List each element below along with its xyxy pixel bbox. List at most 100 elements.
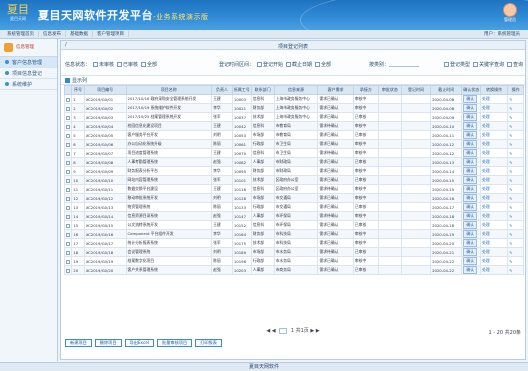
checkbox-icon[interactable] <box>66 115 70 120</box>
edit-icon[interactable]: ✎ <box>507 175 524 185</box>
table-cell[interactable]: 确认 <box>461 130 482 140</box>
edit-icon[interactable]: ✎ <box>507 94 524 104</box>
checkbox-icon[interactable] <box>66 232 70 237</box>
confirm-button[interactable]: 确认 <box>463 212 477 220</box>
row-checkbox[interactable] <box>63 256 73 266</box>
table-cell[interactable]: 人事考勤管理系统 <box>125 157 213 167</box>
print-report-button[interactable]: 打印报表 <box>195 339 222 347</box>
table-cell[interactable]: 确认 <box>461 202 482 212</box>
edit-icon[interactable]: ✎ <box>507 148 524 158</box>
process-link[interactable]: 处理 <box>482 132 490 137</box>
checkbox-type[interactable] <box>444 62 449 67</box>
checkbox-icon[interactable] <box>66 187 70 192</box>
table-row[interactable]: 15 XC2019/G0/15 公文流转系统开发 王建 10152 信息科 市环保局 需求已确… <box>63 220 524 230</box>
table-cell[interactable]: 确认 <box>461 139 482 149</box>
table-cell[interactable]: 档案数字化项目 <box>125 256 213 266</box>
edit-icon[interactable]: ✎ <box>507 130 524 140</box>
checkbox-icon[interactable] <box>66 241 70 246</box>
menu-item-home[interactable]: 系统管理首页 <box>3 31 39 37</box>
process-link[interactable]: 处理 <box>482 96 490 101</box>
edit-icon[interactable]: ✎ <box>507 247 524 257</box>
table-cell[interactable]: 处理 <box>480 265 509 275</box>
process-link[interactable]: 处理 <box>482 249 490 254</box>
category-input[interactable] <box>389 62 420 67</box>
table-cell[interactable]: 办公自动化系统升级 <box>125 139 213 149</box>
table-cell[interactable]: 处理 <box>480 238 509 248</box>
edit-icon-glyph[interactable]: ✎ <box>509 151 512 156</box>
checkbox-icon[interactable] <box>66 178 70 183</box>
edit-icon-glyph[interactable]: ✎ <box>509 268 512 273</box>
table-cell[interactable]: 客户关系管理系统 <box>125 265 213 275</box>
checkbox-icon[interactable] <box>66 160 70 165</box>
row-checkbox[interactable] <box>63 175 73 185</box>
edit-icon[interactable]: ✎ <box>507 229 524 239</box>
table-cell[interactable]: 处理 <box>480 121 509 131</box>
confirm-button[interactable]: 确认 <box>463 140 477 148</box>
row-checkbox[interactable] <box>63 112 73 122</box>
row-checkbox[interactable] <box>63 211 73 221</box>
confirm-button[interactable]: 确认 <box>463 257 477 265</box>
table-row[interactable]: 16 XC2019/G0/16 Component 平台组件开发 李华 10164 财务部… <box>63 229 524 239</box>
row-checkbox[interactable] <box>63 130 73 140</box>
table-row[interactable]: 12 XC2019/G0/12 移动审批系统开发 刘明 10128 市场部 市交通局 需求已确… <box>63 193 524 203</box>
edit-icon-glyph[interactable]: ✎ <box>509 205 512 210</box>
confirm-button[interactable]: 确认 <box>463 248 477 256</box>
table-cell[interactable]: 财务报表分析平台 <box>125 166 213 176</box>
edit-icon-glyph[interactable]: ✎ <box>509 250 512 255</box>
row-checkbox[interactable] <box>63 121 73 131</box>
search-button[interactable] <box>507 62 513 67</box>
edit-icon[interactable]: ✎ <box>507 211 524 221</box>
checkbox-icon[interactable] <box>66 259 70 264</box>
table-row[interactable]: 9 XC2019/G0/09 财务报表分析平台 李华 10095 财务部 市财政局 需求已确认… <box>63 166 524 176</box>
confirm-button[interactable]: 确认 <box>463 149 477 157</box>
table-cell[interactable]: 确认 <box>461 220 482 230</box>
table-cell[interactable]: 数据交换平台建设 <box>125 184 213 194</box>
checkbox-icon[interactable] <box>66 106 70 111</box>
column-header[interactable]: 联系部门 <box>250 85 275 95</box>
edit-icon[interactable]: ✎ <box>507 220 524 230</box>
table-cell[interactable]: 确认 <box>461 193 482 203</box>
edit-icon[interactable]: ✎ <box>507 202 524 212</box>
table-cell[interactable]: 2017/10/16 政府采购安全管理系统开发 <box>125 94 213 104</box>
sidebar-item-maintenance[interactable]: 系统维护 <box>0 79 57 90</box>
edit-icon[interactable]: ✎ <box>507 157 524 167</box>
confirm-button[interactable]: 确认 <box>463 221 477 229</box>
table-cell[interactable]: 处理 <box>480 112 509 122</box>
export-excel-button[interactable]: 导出Excel <box>124 339 154 347</box>
edit-icon-glyph[interactable]: ✎ <box>509 223 512 228</box>
process-link[interactable]: 处理 <box>482 114 490 119</box>
table-cell[interactable]: 处理 <box>480 220 509 230</box>
next-page-button[interactable]: ▶ ▶ <box>310 328 319 334</box>
table-cell[interactable]: 处理 <box>480 247 509 257</box>
edit-icon-glyph[interactable]: ✎ <box>509 169 512 174</box>
table-cell[interactable]: 处理 <box>480 157 509 167</box>
table-row[interactable]: 18 XC2019/G0/18 会议管理系统 刘明 10189 市场部 市水务局 需求待确认已… <box>63 247 524 257</box>
table-cell[interactable]: 处理 <box>480 184 509 194</box>
process-link[interactable]: 处理 <box>482 231 490 236</box>
new-project-button[interactable]: 新建项目 <box>65 339 92 347</box>
table-row[interactable]: 5 XC2019/G0/05 客户服务平台开发 刘明 10053 市场部 市教育局 需求已确认… <box>63 130 524 140</box>
edit-icon[interactable]: ✎ <box>507 103 524 113</box>
checkbox-icon[interactable] <box>66 205 70 210</box>
table-cell[interactable]: 信息资源目录系统 <box>125 211 213 221</box>
row-checkbox[interactable] <box>63 220 73 230</box>
checkbox-icon[interactable] <box>66 124 70 129</box>
table-cell[interactable]: 确认 <box>461 175 482 185</box>
column-header[interactable]: 客户需求 <box>317 85 354 95</box>
edit-icon-glyph[interactable]: ✎ <box>509 214 512 219</box>
table-cell[interactable]: 处理 <box>480 139 509 149</box>
edit-icon[interactable]: ✎ <box>507 121 524 131</box>
process-link[interactable]: 处理 <box>482 222 490 227</box>
table-row[interactable]: 11 XC2019/G0/11 数据交换平台建设 王建 10116 信息科 区政府办公室 需求… <box>63 184 524 194</box>
column-header[interactable]: 信息来源 <box>273 85 319 95</box>
columns-icon[interactable] <box>65 77 70 83</box>
process-link[interactable]: 处理 <box>482 240 490 245</box>
process-link[interactable]: 处理 <box>482 213 490 218</box>
table-cell[interactable]: 处理 <box>480 193 509 203</box>
table-row[interactable]: 2 XC2019/G0/02 2017/10/19 系统维护软件开发 李华 10021 财… <box>63 103 524 113</box>
table-row[interactable]: 10 XC2019/G0/10 网站内容管理系统 张军 10101 技术部 区政府办公室 需求… <box>63 175 524 185</box>
edit-icon-glyph[interactable]: ✎ <box>509 178 512 183</box>
table-cell[interactable]: 处理 <box>480 94 509 104</box>
process-link[interactable]: 处理 <box>482 204 490 209</box>
table-cell[interactable]: 确认 <box>461 148 482 158</box>
